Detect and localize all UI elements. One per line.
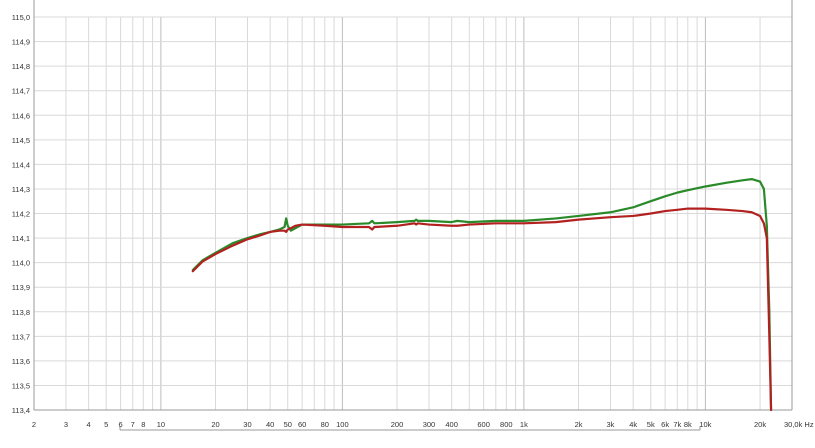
y-tick-label: 114,6 <box>12 111 30 120</box>
x-tick-label: 1k <box>520 420 528 429</box>
x-tick-label: 200 <box>391 420 404 429</box>
x-tick-label: 400 <box>445 420 458 429</box>
x-tick-label: 7 <box>131 420 135 429</box>
x-tick-label: 40 <box>266 420 274 429</box>
y-tick-label: 113,8 <box>12 308 30 317</box>
x-tick-label: 4 <box>87 420 91 429</box>
y-tick-label: 113,4 <box>12 406 30 415</box>
x-tick-label: 30 <box>243 420 251 429</box>
x-tick-label: 80 <box>321 420 329 429</box>
y-tick-label: 114,0 <box>12 259 30 268</box>
x-tick-label: 50 <box>284 420 292 429</box>
x-tick-label: 20k <box>754 420 766 429</box>
y-tick-label: 114,1 <box>12 234 30 243</box>
y-tick-label: 115,0 <box>12 13 30 22</box>
x-tick-label: 5 <box>104 420 108 429</box>
x-tick-label: 10 <box>157 420 165 429</box>
y-tick-label: 113,5 <box>12 381 30 390</box>
x-tick-label: 7k <box>673 420 681 429</box>
y-tick-label: 113,7 <box>12 332 30 341</box>
x-tick-label: 60 <box>298 420 306 429</box>
y-tick-label: 114,4 <box>12 160 30 169</box>
x-tick-label: 5k <box>647 420 655 429</box>
y-tick-label: 114,8 <box>12 62 30 71</box>
x-tick-label: 3 <box>64 420 68 429</box>
x-tick-label: 4k <box>629 420 637 429</box>
y-tick-label: 114,3 <box>12 185 30 194</box>
frequency-response-chart: 113,4 113,5 113,6 113,7 113,8 113,9 114,0 114,1… <box>0 0 815 443</box>
x-tick-label: 8 <box>141 420 145 429</box>
x-tick-label: 6 <box>119 420 123 429</box>
x-tick-label: 800 <box>500 420 513 429</box>
y-tick-label: 113,9 <box>12 283 30 292</box>
y-tick-label: 114,2 <box>12 210 30 219</box>
x-tick-label: 30,0k Hz <box>784 420 814 429</box>
x-tick-label: 300 <box>423 420 436 429</box>
x-tick-label: 20 <box>211 420 219 429</box>
chart-container: 113,4 113,5 113,6 113,7 113,8 113,9 114,0 114,1… <box>0 0 815 443</box>
x-tick-label: 2k <box>575 420 583 429</box>
y-tick-label: 114,7 <box>12 87 30 96</box>
x-tick-label: 10k <box>699 420 711 429</box>
x-tick-label: 3k <box>607 420 615 429</box>
y-tick-label: 113,6 <box>12 357 30 366</box>
x-tick-label: 6k <box>661 420 669 429</box>
x-tick-label: 600 <box>477 420 490 429</box>
y-tick-label: 114,5 <box>12 136 30 145</box>
x-tick-label: 8k <box>684 420 692 429</box>
x-tick-label: 2 <box>32 420 36 429</box>
x-tick-label: 100 <box>336 420 349 429</box>
y-tick-label: 114,9 <box>12 38 30 47</box>
